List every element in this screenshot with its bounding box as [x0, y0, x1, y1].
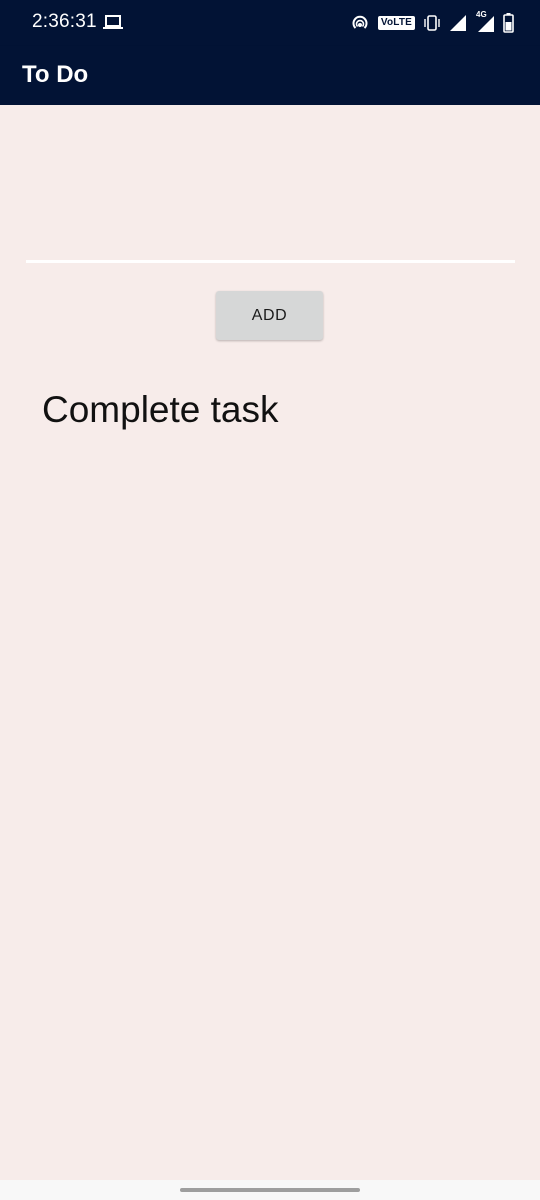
battery-icon: [503, 13, 514, 33]
task-input[interactable]: [26, 205, 515, 263]
hotspot-icon: [350, 13, 370, 33]
volte-icon: VoLTE: [377, 16, 415, 30]
add-button[interactable]: ADD: [216, 291, 323, 340]
status-time: 2:36:31: [32, 11, 97, 32]
main-content: ADD Complete task: [0, 105, 540, 1180]
laptop-icon: [103, 14, 123, 30]
app-screen: 2:36:31 VoLTE 4G To Do ADD Complete task: [0, 0, 540, 1200]
volte-label: VoLTE: [377, 16, 415, 30]
app-title: To Do: [22, 61, 89, 88]
network-type-label: 4G: [476, 10, 487, 19]
navigation-bar: [0, 1180, 540, 1200]
task-item[interactable]: Complete task: [42, 385, 512, 435]
home-gesture-handle[interactable]: [180, 1188, 360, 1192]
status-bar: 2:36:31 VoLTE 4G: [0, 0, 540, 46]
signal-icon: [449, 14, 467, 32]
status-icons: VoLTE 4G: [350, 10, 514, 35]
task-list: Complete task: [42, 385, 512, 435]
network-4g-icon: 4G: [475, 10, 495, 33]
vibrate-icon: [423, 14, 441, 32]
app-bar: To Do: [0, 46, 540, 105]
